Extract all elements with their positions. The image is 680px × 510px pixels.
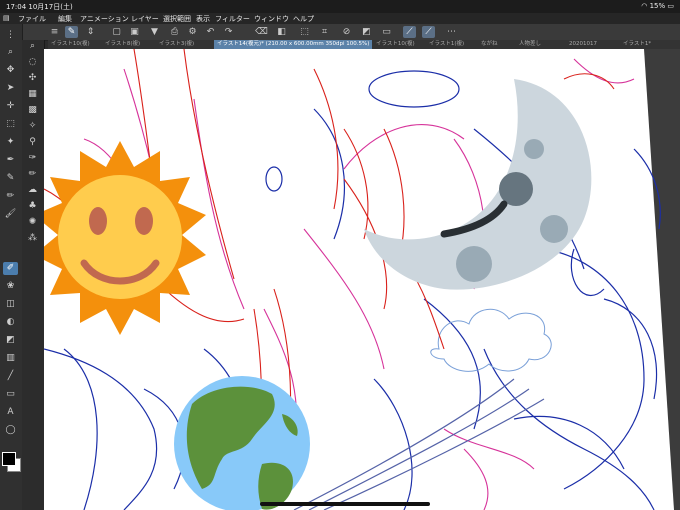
gradient-icon[interactable]: ▥ <box>3 352 18 365</box>
wifi-icon: ◠ <box>641 2 650 10</box>
canvas-tabs: イラスト10(複) イラスト8(複) イラスト3(複) イラスト14(複元)* … <box>48 40 680 49</box>
select-icon[interactable]: ▭ <box>380 26 393 38</box>
menu-file[interactable]: ファイル <box>18 14 46 24</box>
open-file-icon[interactable]: ▣ <box>128 26 141 38</box>
scroll-arrows-icon[interactable]: ⇕ <box>84 26 97 38</box>
grid-icon[interactable]: ⋯ <box>445 26 458 38</box>
hand-tool-icon[interactable]: ✥ <box>3 64 18 77</box>
ios-status-bar: 17:04 10月17日(土) ◠ 15% ▭ <box>0 0 680 13</box>
canvas-tab[interactable]: イラスト1(複) <box>426 40 467 49</box>
command-bar: ≡ ✎ ⇕ ▢ ▣ ▼ ⎙ ⚙ ↶ ↷ ⌫ ◧ ⬚ ⌗ ⊘ ◩ ▭ ⟋ ⟋ ⋯ <box>0 24 680 41</box>
menu-view[interactable]: 表示 <box>196 14 210 24</box>
balloon-icon[interactable]: ◯ <box>3 424 18 437</box>
brush-icon[interactable]: 🖌 <box>3 208 18 221</box>
airbrush-icon[interactable]: ✐ <box>3 262 18 275</box>
eraser-icon[interactable]: ◫ <box>3 298 18 311</box>
menu-selection[interactable]: 選択範囲 <box>163 14 191 24</box>
new-file-icon[interactable]: ▢ <box>110 26 123 38</box>
fill-tool-icon[interactable]: ◩ <box>3 334 18 347</box>
eyedropper-icon[interactable]: ✒ <box>3 154 18 167</box>
decoration-icon[interactable]: ❀ <box>3 280 18 293</box>
menu-toggle-icon[interactable]: ≡ <box>48 26 61 38</box>
menu-animation[interactable]: アニメーション <box>80 14 129 24</box>
frame-icon[interactable]: ▭ <box>3 388 18 401</box>
zoom-tool-icon[interactable]: ⌕ <box>3 46 18 59</box>
battery-level: ◠ 15% ▭ <box>641 2 674 10</box>
palette-menu-icon[interactable]: ⋮ <box>3 29 18 42</box>
select-pen-icon[interactable]: ▩ <box>25 104 40 117</box>
canvas-tab[interactable]: ながね <box>478 40 501 49</box>
ink-icon[interactable]: ♣ <box>25 200 40 213</box>
canvas-tab[interactable]: イラスト1* <box>620 40 654 49</box>
pencil-icon[interactable]: ✏ <box>3 190 18 203</box>
ruler-snap-icon[interactable]: ⟋ <box>403 26 416 38</box>
mechanical-pencil-icon[interactable]: ✏ <box>25 168 40 181</box>
magic-wand-icon[interactable]: ✧ <box>25 120 40 133</box>
sub-tool-palette: ⌕ ◌ ✣ ▦ ▩ ✧ ⚲ ✑ ✏ ☁ ♣ ✺ ⁂ <box>22 40 45 510</box>
layer-move-icon[interactable]: ✣ <box>25 72 40 85</box>
sketch-canvas[interactable] <box>44 49 680 510</box>
canvas-tab-active[interactable]: イラスト14(複元)* (210.00 x 600.00mm 350dpi 10… <box>214 40 373 49</box>
pen-icon[interactable]: ✎ <box>3 172 18 185</box>
move-icon[interactable]: ⬚ <box>298 26 311 38</box>
snap-special-icon[interactable]: ⟋ <box>422 26 435 38</box>
canvas-tab[interactable]: イラスト8(複) <box>102 40 143 49</box>
rect-select-icon[interactable]: ▦ <box>25 88 40 101</box>
blend-icon[interactable]: ◐ <box>3 316 18 329</box>
battery-icon: ▭ <box>667 2 674 10</box>
fill-icon[interactable]: ◧ <box>275 26 288 38</box>
auto-select-icon[interactable]: ✦ <box>3 136 18 149</box>
crop-icon[interactable]: ⌗ <box>318 26 331 38</box>
dropper-sub-icon[interactable]: ⚲ <box>25 136 40 149</box>
canvas-tab[interactable]: イラスト10(複) <box>373 40 418 49</box>
menu-filter[interactable]: フィルター <box>215 14 250 24</box>
canvas-tab[interactable]: 20201017 <box>566 40 600 49</box>
watercolor-icon[interactable]: ☁ <box>25 184 40 197</box>
clear-icon[interactable]: ⌫ <box>255 26 268 38</box>
menu-window[interactable]: ウィンドウ <box>254 14 289 24</box>
texture-brush-icon[interactable]: ✺ <box>25 216 40 229</box>
operation-tool-icon[interactable]: ➤ <box>3 82 18 95</box>
pen-tool-icon[interactable]: ✎ <box>65 26 78 38</box>
menu-edit[interactable]: 編集 <box>58 14 72 24</box>
canvas-tab[interactable]: 人物差し <box>516 40 544 49</box>
zoom-sub-icon[interactable]: ⌕ <box>25 40 40 53</box>
drawing-canvas-area[interactable] <box>44 49 680 510</box>
earth-americas-icon <box>174 376 310 510</box>
lasso-icon[interactable]: ◌ <box>25 56 40 69</box>
selection-tool-icon[interactable]: ⬚ <box>3 118 18 131</box>
figure-icon[interactable]: ╱ <box>3 370 18 383</box>
save-icon[interactable]: ▼ <box>148 26 161 38</box>
menu-help[interactable]: ヘルプ <box>293 14 314 24</box>
menu-bar: ▤ ファイル 編集 アニメーション レイヤー 選択範囲 表示 フィルター ウィン… <box>0 13 680 24</box>
menu-layer[interactable]: レイヤー <box>131 14 159 24</box>
status-time-date: 17:04 10月17日(土) <box>6 3 73 11</box>
text-tool-icon[interactable]: A <box>3 406 18 419</box>
app-menu-icon[interactable]: ▤ <box>3 14 10 22</box>
canvas-tab[interactable]: イラスト10(複) <box>48 40 93 49</box>
home-indicator[interactable] <box>260 502 430 506</box>
invert-icon[interactable]: ◩ <box>360 26 373 38</box>
redo-icon[interactable]: ↷ <box>222 26 235 38</box>
undo-icon[interactable]: ↶ <box>204 26 217 38</box>
tool-palette: ⋮ ⌕ ✥ ➤ ✛ ⬚ ✦ ✒ ✎ ✏ 🖌 ✐ ❀ ◫ ◐ ◩ ▥ ╱ ▭ A … <box>0 24 23 510</box>
spray-icon[interactable]: ⁂ <box>25 232 40 245</box>
move-layer-icon[interactable]: ✛ <box>3 100 18 113</box>
gpen-icon[interactable]: ✑ <box>25 152 40 165</box>
deselect-icon[interactable]: ⊘ <box>340 26 353 38</box>
print-icon[interactable]: ⎙ <box>168 26 181 38</box>
settings-icon[interactable]: ⚙ <box>186 26 199 38</box>
canvas-tab[interactable]: イラスト3(複) <box>156 40 197 49</box>
foreground-color-swatch[interactable] <box>2 452 16 466</box>
